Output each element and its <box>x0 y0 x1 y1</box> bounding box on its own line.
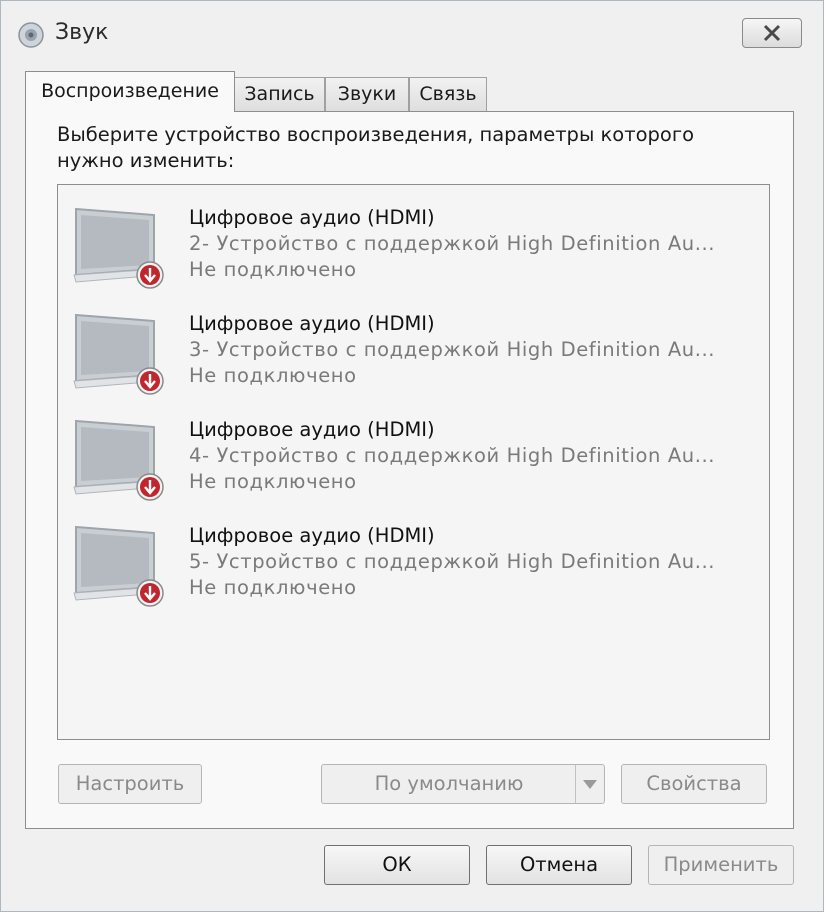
device-description: 4- Устройство с поддержкой High Definiti… <box>189 444 716 467</box>
device-status: Не подключено <box>189 470 357 493</box>
tab-communications-label: Связь <box>419 83 477 105</box>
device-item[interactable]: Цифровое аудио (HDMI) 3- Устройство с по… <box>58 291 758 395</box>
instruction-text: Выберите устройство воспроизведения, пар… <box>57 123 695 172</box>
device-description: 3- Устройство с поддержкой High Definiti… <box>189 338 716 361</box>
apply-button[interactable]: Применить <box>648 845 794 885</box>
tab-sounds[interactable]: Звуки <box>325 77 409 111</box>
device-list[interactable]: Цифровое аудио (HDMI) 2- Устройство с по… <box>57 184 770 740</box>
tab-playback-label: Воспроизведение <box>41 80 219 102</box>
ok-button-label: ОК <box>382 853 412 876</box>
device-item[interactable]: Цифровое аудио (HDMI) 5- Устройство с по… <box>58 503 758 607</box>
device-name: Цифровое аудио (HDMI) <box>189 206 435 229</box>
cancel-button-label: Отмена <box>519 853 599 876</box>
monitor-disconnected-icon <box>73 525 164 607</box>
properties-button[interactable]: Свойства <box>621 764 767 804</box>
window-title: Звук <box>55 20 109 45</box>
device-item[interactable]: Цифровое аудио (HDMI) 4- Устройство с по… <box>58 397 758 501</box>
device-description: 2- Устройство с поддержкой High Definiti… <box>189 232 716 255</box>
tab-sounds-label: Звуки <box>337 83 397 105</box>
playback-panel: Выберите устройство воспроизведения, пар… <box>25 111 794 829</box>
title-bar[interactable]: Звук <box>1 1 823 67</box>
monitor-disconnected-icon <box>73 207 164 289</box>
device-item[interactable]: Цифровое аудио (HDMI) 2- Устройство с по… <box>58 185 758 289</box>
tab-recording-label: Запись <box>244 83 315 105</box>
close-button[interactable] <box>742 18 802 48</box>
chevron-down-icon <box>583 780 597 789</box>
monitor-disconnected-icon <box>73 419 164 501</box>
set-default-dropdown[interactable] <box>575 765 604 803</box>
tab-communications[interactable]: Связь <box>409 77 487 111</box>
device-description: 5- Устройство с поддержкой High Definiti… <box>189 550 716 573</box>
close-icon <box>763 24 781 42</box>
tab-recording[interactable]: Запись <box>234 77 325 111</box>
monitor-disconnected-icon <box>73 313 164 395</box>
speaker-icon <box>18 22 44 48</box>
device-status: Не подключено <box>189 258 357 281</box>
ok-button[interactable]: ОК <box>324 845 470 885</box>
device-name: Цифровое аудио (HDMI) <box>189 418 435 441</box>
device-name: Цифровое аудио (HDMI) <box>189 524 435 547</box>
device-status: Не подключено <box>189 576 357 599</box>
sound-dialog: Звук Воспроизведение Запись Звуки Связь … <box>0 0 824 912</box>
properties-button-label: Свойства <box>646 772 742 795</box>
apply-button-label: Применить <box>663 853 779 876</box>
configure-button-label: Настроить <box>75 772 185 795</box>
cancel-button[interactable]: Отмена <box>486 845 632 885</box>
set-default-button-label: По умолчанию <box>374 772 524 795</box>
tab-playback[interactable]: Воспроизведение <box>25 71 235 112</box>
configure-button[interactable]: Настроить <box>58 764 202 804</box>
device-status: Не подключено <box>189 364 357 387</box>
set-default-split-button[interactable]: По умолчанию <box>321 764 605 804</box>
device-name: Цифровое аудио (HDMI) <box>189 312 435 335</box>
